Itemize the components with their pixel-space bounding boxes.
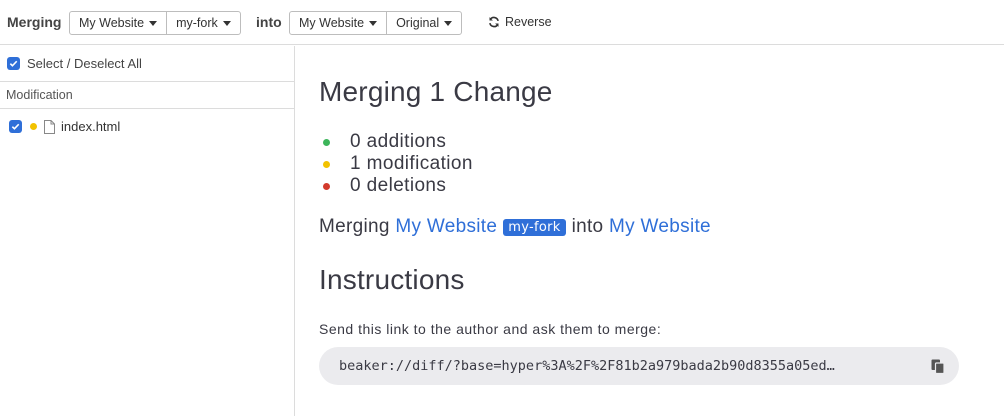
source-site-dropdown[interactable]: My Website — [70, 12, 166, 34]
branch-badge: my-fork — [503, 218, 566, 236]
target-site-dropdown[interactable]: My Website — [290, 12, 386, 34]
select-all-row[interactable]: Select / Deselect All — [7, 56, 142, 71]
share-link-box[interactable]: beaker://diff/?base=hyper%3A%2F%2F81b2a9… — [319, 347, 959, 385]
main-content: Merging 1 Change 0 additions 1 modificat… — [319, 46, 999, 416]
target-branch-dropdown[interactable]: Original — [386, 12, 461, 34]
file-name: index.html — [61, 119, 121, 134]
copy-icon[interactable] — [931, 359, 945, 374]
caret-down-icon — [369, 21, 378, 26]
sidebar: Select / Deselect All Modification index… — [0, 46, 295, 416]
reverse-icon — [489, 16, 499, 28]
select-all-checkbox[interactable] — [7, 57, 20, 70]
file-row[interactable]: index.html — [9, 119, 120, 134]
toolbar: Merging My Website my-fork into My Websi… — [0, 0, 1004, 45]
section-header-modification: Modification — [0, 81, 294, 109]
merge-prefix: Merging — [319, 216, 390, 237]
merge-into: into — [571, 216, 604, 237]
source-site-label: My Website — [79, 16, 145, 30]
source-branch-dropdown[interactable]: my-fork — [166, 12, 240, 34]
modification-dot — [323, 160, 330, 168]
source-branch-label: my-fork — [176, 16, 218, 30]
caret-down-icon — [444, 21, 453, 26]
deletion-dot — [323, 182, 330, 190]
stat-modifications: 1 modification — [323, 153, 473, 175]
into-label: into — [256, 14, 282, 30]
instructions-text: Send this link to the author and ask the… — [319, 321, 662, 337]
addition-dot — [323, 138, 330, 146]
source-selector: My Website my-fork — [69, 11, 241, 35]
caret-down-icon — [149, 21, 158, 26]
target-site-link[interactable]: My Website — [609, 216, 711, 238]
stat-deletions: 0 deletions — [323, 175, 473, 197]
reverse-button[interactable]: Reverse — [488, 15, 552, 29]
select-all-label: Select / Deselect All — [27, 56, 142, 71]
instructions-heading: Instructions — [319, 264, 465, 295]
checkmark-icon — [9, 60, 18, 67]
change-stats: 0 additions 1 modification 0 deletions — [323, 131, 473, 197]
target-site-label: My Website — [299, 16, 365, 30]
stat-deletions-label: 0 deletions — [350, 175, 447, 196]
page-title: Merging 1 Change — [319, 76, 553, 107]
stat-additions: 0 additions — [323, 131, 473, 153]
stat-additions-label: 0 additions — [350, 131, 447, 152]
target-selector: My Website Original — [289, 11, 463, 35]
target-branch-label: Original — [396, 16, 440, 30]
file-checkbox[interactable] — [9, 120, 22, 133]
stat-modifications-label: 1 modification — [350, 153, 473, 174]
merging-label: Merging — [7, 14, 62, 30]
caret-down-icon — [222, 21, 231, 26]
checkmark-icon — [11, 123, 20, 130]
source-site-link[interactable]: My Website — [395, 216, 497, 238]
merge-summary: Merging My Website my-fork into My Websi… — [319, 216, 711, 238]
file-icon — [44, 119, 55, 134]
modification-status-dot — [30, 123, 37, 130]
share-link[interactable]: beaker://diff/?base=hyper%3A%2F%2F81b2a9… — [339, 358, 923, 374]
reverse-label: Reverse — [505, 15, 552, 29]
